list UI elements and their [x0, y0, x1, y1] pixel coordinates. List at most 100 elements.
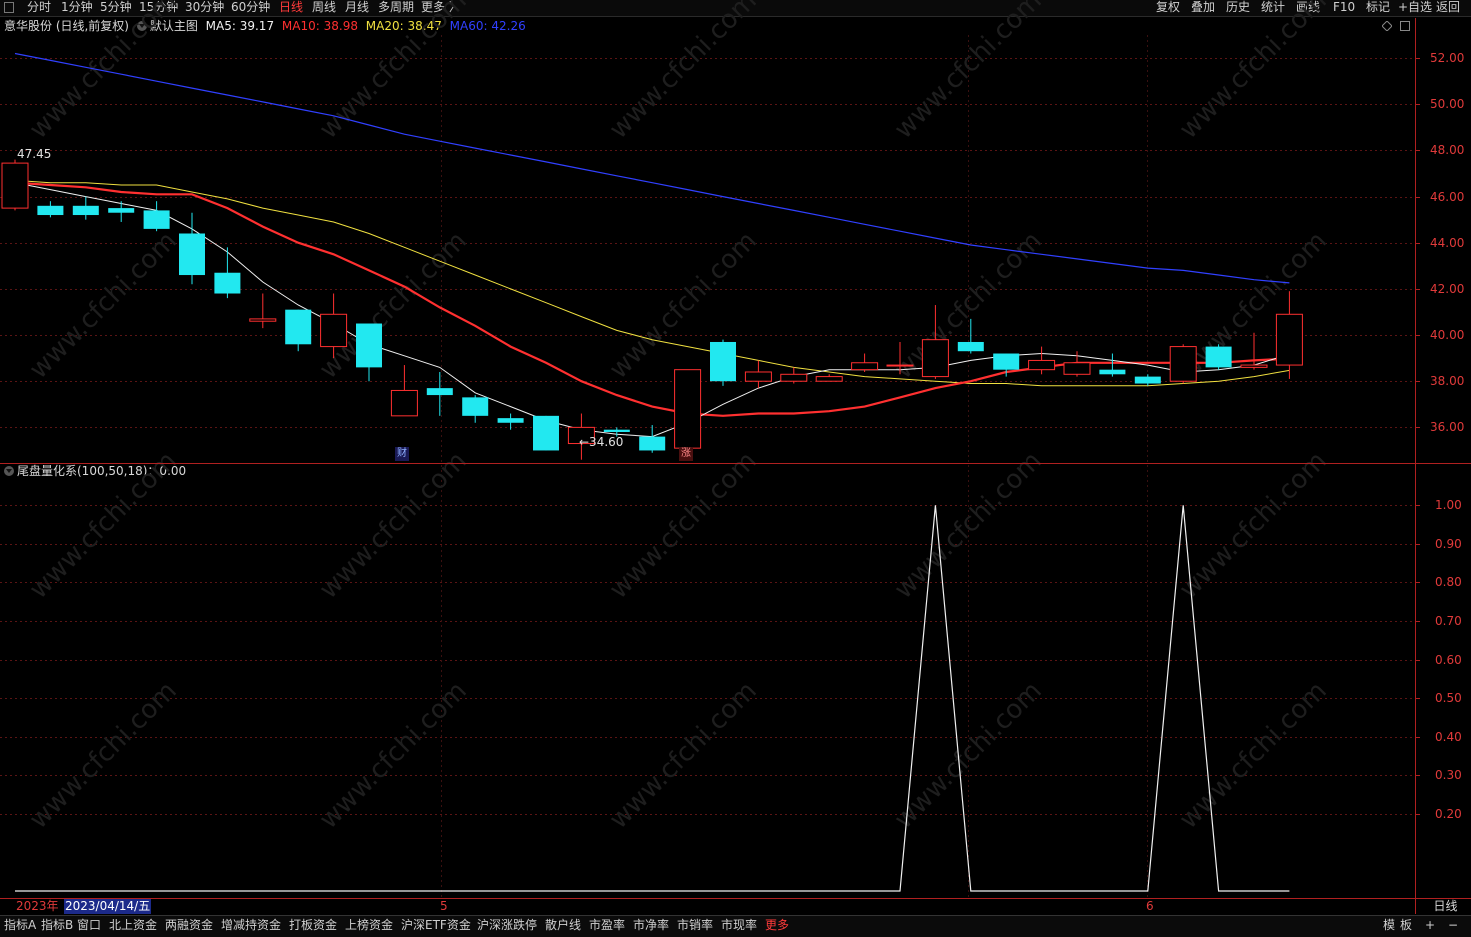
watermark-text: www.cfchi.com	[24, 676, 183, 835]
tab-more[interactable]: 更多	[765, 916, 789, 936]
candle	[886, 341, 914, 375]
candle	[993, 353, 1020, 377]
candle-body	[462, 397, 489, 416]
price-tick-label: 36.00	[1430, 419, 1465, 434]
candle	[285, 309, 312, 352]
diamond-icon[interactable]	[1382, 21, 1392, 31]
mark-button[interactable]: 标记	[1366, 0, 1390, 16]
tab-period-1min[interactable]: 1分钟	[61, 0, 93, 16]
indicator-label[interactable]: 尾盘量化系(100,50,18)：0.00	[17, 464, 186, 478]
candle	[1169, 344, 1197, 384]
candle-body	[744, 371, 772, 382]
candle	[249, 293, 277, 329]
tab-period-5min[interactable]: 5分钟	[100, 0, 132, 16]
candle	[108, 201, 135, 222]
tab-period-daily[interactable]: 日线	[279, 0, 303, 16]
tab-period-monthly[interactable]: 月线	[345, 0, 369, 16]
tab-board-funds[interactable]: 打板资金	[289, 916, 337, 936]
tab-holding-change[interactable]: 增减持资金	[221, 916, 281, 936]
candle	[1275, 291, 1303, 379]
tab-period-60min[interactable]: 60分钟	[231, 0, 270, 16]
watermark-text: www.cfchi.com	[1174, 226, 1333, 385]
candle-body	[603, 429, 630, 432]
candlestick-series	[1, 159, 1303, 460]
candle-body	[710, 341, 736, 382]
template-button[interactable]: 模	[1383, 916, 1395, 936]
watermark-text: www.cfchi.com	[1174, 676, 1333, 835]
watermark-text: www.cfchi.com	[889, 226, 1048, 385]
candle-body	[1, 162, 29, 209]
tab-period-multi[interactable]: 多周期	[378, 0, 414, 16]
stock-title[interactable]: 意华股份 (日线,前复权)	[4, 19, 129, 33]
square-icon[interactable]	[1400, 21, 1410, 31]
main-chart-selector[interactable]: 默认主图	[136, 19, 198, 33]
tab-period-weekly[interactable]: 周线	[312, 0, 336, 16]
tab-indicator-a[interactable]: 指标A	[4, 916, 36, 936]
candle-body	[780, 373, 808, 382]
indicator-tick-label: 0.80	[1435, 574, 1462, 589]
chevron-down-icon	[136, 21, 147, 31]
back-button[interactable]: 返回	[1436, 0, 1460, 16]
ma60-line	[14, 52, 1290, 284]
moving-average-lines	[14, 52, 1290, 438]
tab-pe[interactable]: 市盈率	[589, 916, 625, 936]
tab-retail-line[interactable]: 散户线	[545, 916, 581, 936]
tab-period-more[interactable]: 更多 〉	[421, 0, 461, 16]
candle-body	[815, 376, 843, 382]
candle-body	[426, 388, 453, 396]
ma10-value: MA10: 38.98	[281, 19, 358, 33]
fuquan-button[interactable]: 复权	[1156, 0, 1180, 16]
candle-body	[993, 353, 1020, 370]
candle	[37, 201, 64, 218]
board-button[interactable]: 板	[1400, 916, 1412, 936]
finance-event-marker[interactable]: 财	[395, 447, 409, 461]
tab-etf-funds[interactable]: 沪深ETF资金	[401, 916, 471, 936]
tab-period-fenshi[interactable]: 分时	[27, 0, 51, 16]
tab-northbound[interactable]: 北上资金	[109, 916, 157, 936]
history-button[interactable]: 历史	[1226, 0, 1250, 16]
watermark-text: www.cfchi.com	[604, 226, 763, 385]
limit-up-marker[interactable]: 涨	[679, 447, 693, 461]
overlay-button[interactable]: 叠加	[1191, 0, 1215, 16]
candle-body	[249, 318, 277, 322]
watermark-text: www.cfchi.com	[604, 0, 763, 145]
kline-chart[interactable]: www.cfchi.com www.cfchi.com www.cfchi.com w…	[0, 0, 1471, 936]
f10-button[interactable]: F10	[1333, 0, 1355, 16]
candle	[1, 159, 29, 211]
candle	[320, 293, 348, 359]
tab-indicator-b[interactable]: 指标B	[41, 916, 73, 936]
draw-line-button[interactable]: 画线	[1296, 0, 1320, 16]
indicator-tick-label: 0.40	[1435, 729, 1462, 744]
window-grip-icon[interactable]	[4, 2, 14, 13]
zoom-in-button[interactable]: +	[1425, 916, 1435, 936]
watermark-text: www.cfchi.com	[889, 446, 1048, 605]
cursor-date-label: 2023/04/14/五	[64, 899, 152, 914]
watermark-text: www.cfchi.com	[314, 446, 473, 605]
tab-margin[interactable]: 两融资金	[165, 916, 213, 936]
tab-pcf[interactable]: 市现率	[721, 916, 757, 936]
tab-list-funds[interactable]: 上榜资金	[345, 916, 393, 936]
period-tag[interactable]: 日线	[1420, 899, 1471, 915]
add-favorite-button[interactable]: +自选	[1398, 0, 1432, 16]
candle	[674, 369, 702, 451]
candle	[921, 305, 949, 379]
candle-body	[390, 389, 418, 417]
tab-window[interactable]: 窗口	[77, 916, 101, 936]
zoom-out-button[interactable]: −	[1448, 916, 1458, 936]
candle-body	[1240, 364, 1268, 368]
statistics-button[interactable]: 统计	[1261, 0, 1285, 16]
year-label: 2023年	[16, 899, 59, 913]
price-tick-label: 40.00	[1430, 327, 1465, 342]
tab-period-15min[interactable]: 15分钟	[139, 0, 178, 16]
tab-pb[interactable]: 市净率	[633, 916, 669, 936]
tab-ps[interactable]: 市销率	[677, 916, 713, 936]
candle	[744, 360, 772, 389]
tab-limit-up-down[interactable]: 沪深涨跌停	[477, 916, 537, 936]
candle-body	[37, 205, 64, 216]
watermark-text: www.cfchi.com	[889, 0, 1048, 145]
watermark-text: www.cfchi.com	[1174, 446, 1333, 605]
price-tick-label: 38.00	[1430, 373, 1465, 388]
chevron-down-icon[interactable]	[4, 466, 14, 476]
tab-period-30min[interactable]: 30分钟	[185, 0, 224, 16]
price-tick-label: 44.00	[1430, 235, 1465, 250]
